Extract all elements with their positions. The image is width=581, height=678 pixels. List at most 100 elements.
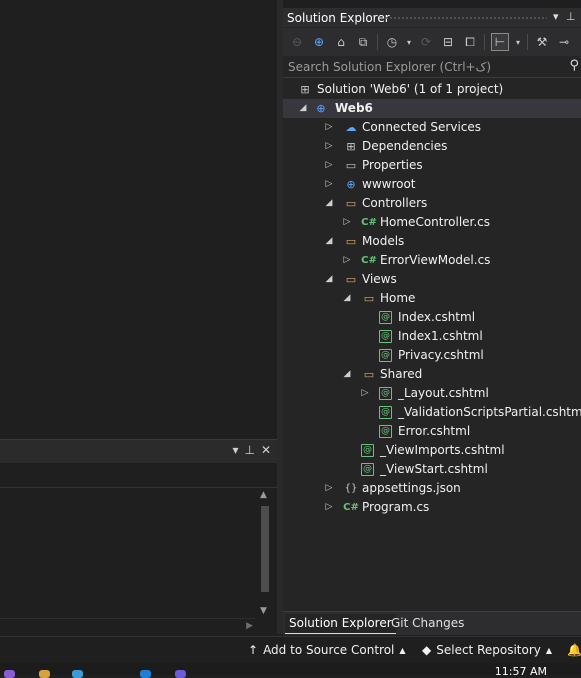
expanded-arrow-icon[interactable]: ◢ xyxy=(323,270,335,289)
preview-icon[interactable]: ⊢ xyxy=(491,33,509,51)
horizontal-scrollbar[interactable]: ▶ xyxy=(0,618,255,634)
expanded-arrow-icon[interactable]: ◢ xyxy=(341,289,353,308)
razor-file-icon: @ xyxy=(361,444,374,457)
caret-up-icon: ▲ xyxy=(399,645,406,655)
app-icon[interactable] xyxy=(4,670,15,678)
tree-item-label: Web6 xyxy=(335,101,373,115)
solution-icon: ⊞ xyxy=(300,83,310,96)
collapsed-arrow-icon[interactable]: ▷ xyxy=(323,175,335,194)
tree-item[interactable]: ▷ C# Program.cs xyxy=(283,498,581,517)
collapsed-arrow-icon[interactable]: ▷ xyxy=(341,213,353,232)
scroll-thumb[interactable] xyxy=(261,506,269,592)
sync-icon[interactable]: ⟳ xyxy=(418,34,434,50)
tree-item[interactable]: @ Error.cshtml xyxy=(283,422,581,441)
razor-file-icon: @ xyxy=(379,387,392,400)
scroll-right-icon[interactable]: ▶ xyxy=(246,621,253,631)
tree-item-label: Solution 'Web6' (1 of 1 project) xyxy=(317,82,504,96)
select-repository-label: Select Repository xyxy=(436,643,541,657)
tree-item[interactable]: ◢ ▭ Models xyxy=(283,232,581,251)
tree-item[interactable]: @ _ViewStart.cshtml xyxy=(283,460,581,479)
scroll-up-icon[interactable]: ▲ xyxy=(260,490,267,500)
collapsed-arrow-icon[interactable]: ▷ xyxy=(323,479,335,498)
tree-item-label: Index.cshtml xyxy=(398,310,476,324)
tree-item[interactable]: ▷ C# HomeController.cs xyxy=(283,213,581,232)
app-icon[interactable] xyxy=(140,670,151,678)
expanded-arrow-icon[interactable]: ◢ xyxy=(297,99,309,118)
tree-item[interactable]: ◢ ▭ Shared xyxy=(283,365,581,384)
close-icon[interactable]: ✕ xyxy=(261,443,271,457)
collapsed-arrow-icon[interactable]: ▷ xyxy=(323,118,335,137)
app-icon[interactable] xyxy=(175,670,186,678)
tree-item[interactable]: @ _ValidationScriptsPartial.cshtml xyxy=(283,403,581,422)
bottom-panel-header: ▾ ⊥ ✕ xyxy=(0,439,277,463)
tree-item-label: Connected Services xyxy=(362,120,482,134)
tree-item[interactable]: ▷ C# ErrorViewModel.cs xyxy=(283,251,581,270)
tree-item-label: Program.cs xyxy=(362,500,430,514)
folder-icon: ▭ xyxy=(363,368,375,381)
expanded-arrow-icon[interactable]: ◢ xyxy=(341,365,353,384)
notifications-icon[interactable]: 🔔 xyxy=(567,643,581,657)
tree-item[interactable]: ▷ ▭ Properties xyxy=(283,156,581,175)
search-icon[interactable]: ⚲ xyxy=(569,58,579,73)
razor-file-icon: @ xyxy=(379,330,392,343)
tree-item[interactable]: @ Index1.cshtml xyxy=(283,327,581,346)
expanded-arrow-icon[interactable]: ◢ xyxy=(323,194,335,213)
tree-item[interactable]: ▷ {} appsettings.json xyxy=(283,479,581,498)
pin-icon[interactable]: ⊥ xyxy=(244,443,254,457)
tree-item-label: appsettings.json xyxy=(362,481,461,495)
back-icon[interactable]: ⊖ xyxy=(289,34,305,50)
add-to-source-control-button[interactable]: ↑ Add to Source Control ▲ xyxy=(248,643,406,657)
dropdown-icon[interactable]: ▾ xyxy=(232,443,238,457)
collapsed-arrow-icon[interactable]: ▷ xyxy=(323,498,335,517)
bottom-tool-panel: ▾ ⊥ ✕ ▲ ▼ ▶ xyxy=(0,439,277,634)
search-input[interactable]: Search Solution Explorer (Ctrl+ک) xyxy=(288,60,491,74)
folder-icon: ▭ xyxy=(345,235,357,248)
vs-switch-icon[interactable]: ⧉ xyxy=(355,34,371,50)
app-icon[interactable] xyxy=(39,670,50,678)
collapsed-arrow-icon[interactable]: ▷ xyxy=(359,384,371,403)
tree-item[interactable]: ▷ ⊕ wwwroot xyxy=(283,175,581,194)
tab-solution-explorer[interactable]: Solution Explorer xyxy=(285,614,396,634)
app-icon[interactable] xyxy=(72,670,83,678)
dropdown-icon[interactable]: ▾ xyxy=(515,34,521,50)
tree-item[interactable]: ◢ ▭ Home xyxy=(283,289,581,308)
csharp-file-icon: C# xyxy=(343,502,359,513)
pin-icon[interactable]: ⊥ xyxy=(566,10,576,23)
tree-item[interactable]: ◢ ▭ Views xyxy=(283,270,581,289)
json-file-icon: {} xyxy=(344,483,358,494)
expanded-arrow-icon[interactable]: ◢ xyxy=(323,232,335,251)
forward-icon[interactable]: ⊕ xyxy=(311,34,327,50)
collapsed-arrow-icon[interactable]: ▷ xyxy=(341,251,353,270)
wrench-icon[interactable]: ⚒ xyxy=(534,34,550,50)
tree-item[interactable]: ◢ ▭ Controllers xyxy=(283,194,581,213)
collapse-all-icon[interactable]: ⊟ xyxy=(440,34,456,50)
select-repository-button[interactable]: ◆ Select Repository ▲ xyxy=(422,643,552,657)
tree-item[interactable]: ⊞ Solution 'Web6' (1 of 1 project) xyxy=(283,80,581,99)
collapsed-arrow-icon[interactable]: ▷ xyxy=(323,137,335,156)
tree-item-label: Shared xyxy=(380,367,423,381)
tree-item[interactable]: @ Privacy.cshtml xyxy=(283,346,581,365)
scroll-down-icon[interactable]: ▼ xyxy=(260,606,267,616)
tree-item[interactable]: @ _ViewImports.cshtml xyxy=(283,441,581,460)
collapsed-arrow-icon[interactable]: ▷ xyxy=(323,156,335,175)
show-all-files-icon[interactable]: ⧠ xyxy=(462,34,478,50)
add-to-source-control-label: Add to Source Control xyxy=(263,643,395,657)
history-icon[interactable]: ◷ xyxy=(384,34,400,50)
tab-git-changes[interactable]: Git Changes xyxy=(387,614,468,633)
tree-item[interactable]: ▷ ☁ Connected Services xyxy=(283,118,581,137)
tree-item[interactable]: ▷ ⊞ Dependencies xyxy=(283,137,581,156)
search-box[interactable]: Search Solution Explorer (Ctrl+ک) ⚲ xyxy=(283,57,581,78)
dropdown-icon[interactable]: ▾ xyxy=(406,34,412,50)
tree-item-label: _ValidationScriptsPartial.cshtml xyxy=(398,405,581,419)
drag-grip[interactable] xyxy=(385,16,547,20)
taskbar-clock[interactable]: 11:57 AM xyxy=(495,665,547,678)
dropdown-icon[interactable]: ▾ xyxy=(553,10,559,23)
home-icon[interactable]: ⌂ xyxy=(333,34,349,50)
tree-item[interactable]: ▷ @ _Layout.cshtml xyxy=(283,384,581,403)
pin-icon[interactable]: ⊸ xyxy=(556,34,572,50)
tree-item-label: Controllers xyxy=(362,196,428,210)
tree-item[interactable]: @ Index.cshtml xyxy=(283,308,581,327)
tree-item[interactable]: ◢ ⊕ Web6 xyxy=(283,99,581,118)
vertical-scrollbar[interactable]: ▲ ▼ xyxy=(257,488,273,618)
globe-icon: ⊕ xyxy=(346,178,356,191)
